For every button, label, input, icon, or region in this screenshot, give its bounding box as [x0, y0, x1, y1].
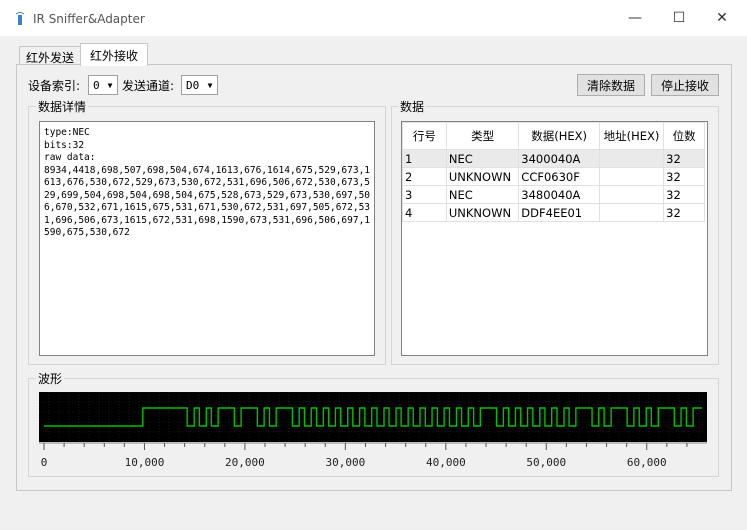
title-bar: IR Sniffer&Adapter — ☐ ✕ [0, 0, 747, 36]
column-header-data-hex[interactable]: 数据(HEX) [518, 122, 600, 150]
cell-type: UNKNOWN [445, 203, 520, 222]
table-row[interactable]: 2 UNKNOWN CCF0630F 32 [402, 167, 705, 186]
axis-tick-label: 50,000 [526, 456, 566, 469]
window-title: IR Sniffer&Adapter [33, 12, 145, 26]
cell-bits: 32 [663, 203, 705, 222]
close-icon: ✕ [716, 10, 728, 26]
stop-receive-button[interactable]: 停止接收 [651, 74, 719, 96]
maximize-button[interactable]: ☐ [656, 0, 702, 36]
waveform-signal [44, 407, 702, 427]
axis-tick-label: 20,000 [225, 456, 265, 469]
column-header-type[interactable]: 类型 [445, 122, 520, 150]
cell-type: NEC [445, 185, 520, 204]
device-index-select[interactable]: 0 ▼ [88, 75, 118, 95]
axis-tick-label: 40,000 [426, 456, 466, 469]
waveform-group-title: 波形 [36, 370, 65, 387]
chevron-down-icon: ▼ [107, 80, 113, 90]
data-table: 行号 类型 数据(HEX) 地址(HEX) 位数 1 NEC 3400040A … [402, 122, 705, 222]
cell-row-no: 1 [402, 149, 447, 168]
channel-select[interactable]: D0 ▼ [181, 75, 218, 95]
tab-label: 红外发送 [25, 50, 74, 65]
table-row[interactable]: 1 NEC 3400040A 32 [402, 149, 705, 168]
maximize-icon: ☐ [672, 10, 686, 26]
details-group-title: 数据详情 [36, 98, 89, 115]
channel-value: D0 [186, 78, 200, 92]
app-icon [15, 12, 25, 26]
cell-data-hex: DDF4EE01 [518, 203, 600, 222]
cell-data-hex: 3400040A [518, 149, 600, 168]
cell-type: UNKNOWN [445, 167, 520, 186]
tab-label: 红外接收 [89, 48, 138, 63]
cell-address-hex [598, 203, 665, 222]
details-text: type:NEC bits:32 raw data: 8934,4418,698… [44, 127, 371, 238]
waveform-plot [38, 391, 707, 443]
chevron-down-icon: ▼ [207, 80, 213, 90]
tab-ir-receive[interactable]: 红外接收 [80, 43, 148, 66]
device-index-value: 0 [93, 78, 100, 92]
table-row[interactable]: 3 NEC 3480040A 32 [402, 185, 705, 204]
minimize-icon: — [628, 10, 642, 26]
axis-tick-label: 60,000 [627, 456, 667, 469]
waveform-svg [38, 391, 707, 443]
data-table-container: 行号 类型 数据(HEX) 地址(HEX) 位数 1 NEC 3400040A … [401, 121, 708, 356]
cell-row-no: 3 [402, 185, 447, 204]
column-header-bits[interactable]: 位数 [663, 122, 705, 150]
cell-bits: 32 [663, 167, 705, 186]
axis-tick-label: 0 [41, 456, 48, 469]
cell-type: NEC [445, 149, 520, 168]
cell-address-hex [598, 149, 665, 168]
clear-data-button[interactable]: 清除数据 [577, 74, 645, 96]
cell-bits: 32 [663, 149, 705, 168]
details-textbox[interactable]: type:NEC bits:32 raw data: 8934,4418,698… [39, 121, 375, 356]
cell-address-hex [598, 167, 665, 186]
waveform-axis-svg: 0 10,000 20,000 30,000 40,000 50,000 60,000 [39, 442, 707, 469]
channel-label: 发送通道: [122, 79, 175, 93]
axis-tick-label: 10,000 [125, 456, 165, 469]
waveform-axis: 0 10,000 20,000 30,000 40,000 50,000 60,000 [39, 442, 707, 472]
cell-row-no: 4 [402, 203, 447, 222]
cell-bits: 32 [663, 185, 705, 204]
column-header-address-hex[interactable]: 地址(HEX) [598, 122, 665, 150]
minimize-button[interactable]: — [612, 0, 658, 36]
device-index-label: 设备索引: [28, 79, 81, 93]
close-button[interactable]: ✕ [699, 0, 745, 36]
cell-data-hex: 3480040A [518, 185, 600, 204]
cell-row-no: 2 [402, 167, 447, 186]
cell-address-hex [598, 185, 665, 204]
table-row[interactable]: 4 UNKNOWN DDF4EE01 32 [402, 203, 705, 222]
data-group-title: 数据 [398, 98, 427, 115]
cell-data-hex: CCF0630F [518, 167, 600, 186]
column-header-row-no[interactable]: 行号 [402, 122, 447, 150]
axis-tick-label: 30,000 [325, 456, 365, 469]
